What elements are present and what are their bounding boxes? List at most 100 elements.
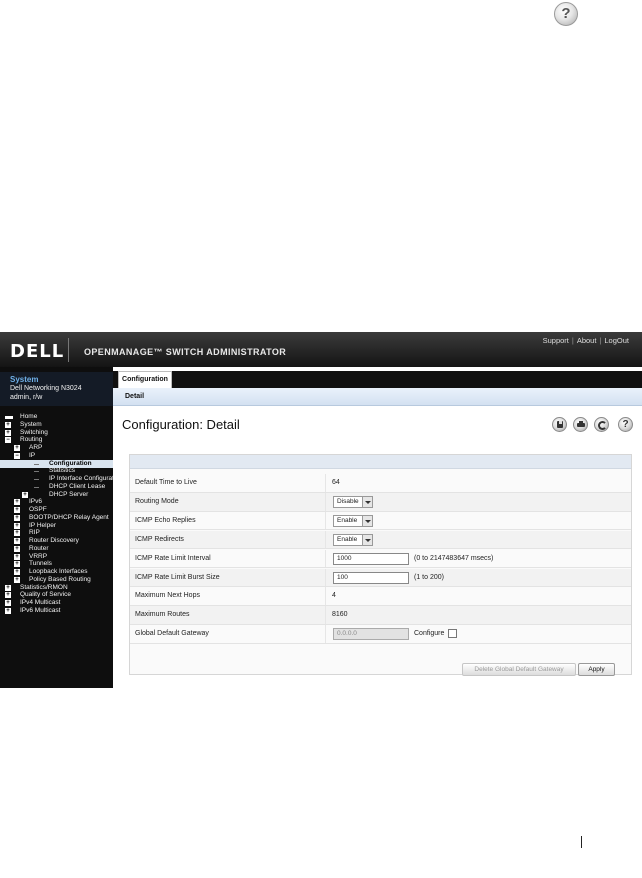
form-row: Global Default Gateway 0.0.0.0 Configure	[130, 625, 631, 644]
form-row: ICMP Redirects Enable	[130, 530, 631, 550]
field-label: Maximum Routes	[135, 611, 190, 619]
expand-icon[interactable]: +	[5, 592, 11, 599]
expand-icon[interactable]: +	[14, 561, 20, 568]
tree-connector	[34, 479, 39, 480]
tab-strip	[113, 371, 642, 388]
expand-icon[interactable]: +	[14, 499, 20, 506]
collapse-icon[interactable]: −	[5, 437, 11, 444]
expand-icon[interactable]: +	[5, 421, 11, 428]
column-divider	[325, 492, 326, 511]
expand-icon[interactable]: +	[5, 429, 11, 436]
page-footer-rule	[581, 836, 582, 848]
chevron-down-icon[interactable]	[362, 515, 372, 526]
system-info: System Dell Networking N3024 admin, r/w	[0, 372, 113, 406]
switch-admin-window: DELL OPENMANAGE™ SWITCH ADMINISTRATOR Su…	[0, 332, 642, 688]
dell-logo: DELL	[10, 341, 65, 362]
link-separator: |	[599, 336, 602, 345]
expand-icon[interactable]: +	[14, 545, 20, 552]
field-select[interactable]: Enable	[333, 514, 373, 527]
nav-item[interactable]: + IPv6 Multicast	[0, 607, 113, 615]
expand-icon[interactable]: +	[14, 569, 20, 575]
field-value: 64	[332, 479, 340, 486]
field-select[interactable]: Enable	[333, 533, 373, 546]
select-value: Disable	[337, 497, 359, 505]
chevron-down-icon[interactable]	[362, 534, 372, 545]
form-row: Default Time to Live 64	[130, 474, 631, 493]
help-icon: ?	[554, 2, 578, 26]
tab-configuration[interactable]: Configuration	[118, 371, 172, 388]
form-row: Routing Mode Disable	[130, 492, 631, 512]
delete-gateway-button[interactable]: Delete Global Default Gateway	[462, 663, 576, 676]
form-row: ICMP Rate Limit Interval 1000 (0 to 214748…	[130, 549, 631, 569]
column-divider	[325, 606, 326, 624]
expand-icon[interactable]: +	[14, 538, 20, 544]
chevron-down-icon[interactable]	[362, 496, 372, 507]
form-row: ICMP Rate Limit Burst Size 100 (1 to 200)	[130, 568, 631, 588]
tree-connector	[34, 463, 39, 465]
select-value: Enable	[337, 535, 358, 543]
expand-icon[interactable]: +	[14, 445, 20, 451]
logout-link[interactable]: LogOut	[604, 336, 629, 345]
help-icon[interactable]: ?	[618, 417, 633, 432]
column-divider	[325, 530, 326, 549]
field-input[interactable]: 1000	[333, 552, 409, 565]
configure-checkbox[interactable]	[448, 629, 457, 639]
field-range-hint: (1 to 200)	[414, 573, 444, 581]
nav-item-label: IPv6 Multicast	[20, 606, 61, 614]
field-range-hint: (0 to 2147483647 msecs)	[414, 554, 494, 562]
page-title: Configuration: Detail	[122, 417, 240, 432]
field-label: Default Time to Live	[135, 479, 197, 486]
field-label: ICMP Rate Limit Interval	[135, 554, 211, 562]
help-glyph: ?	[622, 419, 629, 430]
expand-icon[interactable]: +	[5, 607, 11, 614]
system-user: admin, r/w	[10, 394, 43, 401]
column-divider	[325, 568, 326, 587]
expand-icon[interactable]: +	[14, 553, 20, 560]
form-row: ICMP Echo Replies Enable	[130, 511, 631, 531]
select-value: Enable	[337, 516, 358, 524]
system-title[interactable]: System	[10, 375, 113, 384]
header-links: Support | About | LogOut	[543, 336, 629, 345]
link-separator: |	[571, 336, 574, 345]
refresh-icon[interactable]	[594, 417, 609, 432]
logo-divider	[68, 338, 69, 362]
form-panel: Default Time to Live 64 Routing Mode Disabl…	[129, 454, 632, 675]
field-label: Maximum Next Hops	[135, 592, 200, 600]
field-label: ICMP Redirects	[135, 535, 184, 543]
top-banner: DELL OPENMANAGE™ SWITCH ADMINISTRATOR Su…	[0, 332, 642, 367]
system-model: Dell Networking N3024	[10, 385, 82, 392]
field-label: ICMP Rate Limit Burst Size	[135, 573, 220, 581]
apply-button[interactable]: Apply	[578, 663, 615, 676]
form-row: Maximum Next Hops 4	[130, 587, 631, 607]
expand-icon[interactable]: +	[5, 600, 11, 606]
product-title: OPENMANAGE™ SWITCH ADMINISTRATOR	[84, 347, 287, 357]
print-icon[interactable]	[573, 417, 588, 432]
form-row: Maximum Routes 8160	[130, 606, 631, 625]
subtab-detail[interactable]: Detail	[125, 393, 144, 400]
field-label: ICMP Echo Replies	[135, 516, 196, 524]
expand-icon[interactable]: +	[14, 514, 20, 521]
main-content: Configuration Detail Configuration: Deta…	[113, 367, 642, 688]
support-link[interactable]: Support	[543, 336, 569, 345]
field-label: Global Default Gateway	[135, 630, 209, 638]
expand-icon[interactable]: +	[14, 530, 20, 537]
home-icon	[5, 416, 13, 419]
expand-icon[interactable]: +	[14, 522, 20, 529]
save-icon[interactable]	[552, 417, 567, 432]
field-input: 0.0.0.0	[333, 628, 409, 641]
collapse-icon[interactable]: −	[14, 452, 20, 459]
panel-header	[130, 455, 631, 469]
about-link[interactable]: About	[577, 336, 597, 345]
expand-icon[interactable]: +	[14, 507, 20, 513]
column-divider	[325, 474, 326, 492]
field-value: 4	[332, 592, 336, 600]
field-select[interactable]: Disable	[333, 495, 373, 508]
subtab-bar: Detail	[113, 388, 642, 406]
field-label: Routing Mode	[135, 497, 179, 505]
expand-icon[interactable]: +	[14, 576, 20, 583]
expand-icon[interactable]: +	[22, 491, 28, 498]
expand-icon[interactable]: +	[5, 584, 11, 591]
tree-connector	[34, 471, 39, 473]
column-divider	[325, 625, 326, 643]
field-input[interactable]: 100	[333, 571, 409, 584]
